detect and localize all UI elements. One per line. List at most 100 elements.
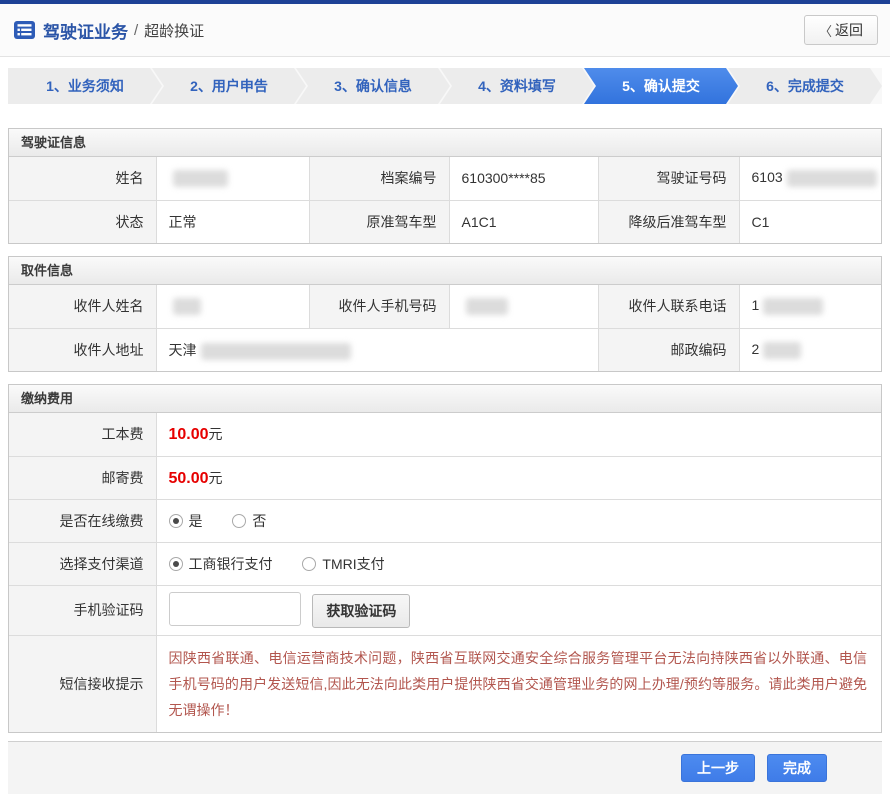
license-service-icon	[14, 21, 35, 39]
radio-channel-tmri[interactable]: TMRI支付	[302, 554, 385, 574]
back-button[interactable]: 〈 返回	[803, 15, 878, 45]
table-row: 短信接收提示 因陕西省联通、电信运营商技术问题，陕西省互联网交通安全综合服务管理…	[9, 634, 881, 732]
postal-code-label: 邮政编码	[597, 327, 739, 371]
payment-table: 工本费 10.00元 邮寄费 50.00元 是否在线缴费 是 否 选择支付渠道 …	[9, 413, 881, 732]
table-row: 邮寄费 50.00元	[9, 455, 881, 499]
pickup-info-panel: 取件信息 收件人姓名 收件人手机号码 收件人联系电话 1 收件人地址 天津 邮政…	[8, 256, 882, 372]
postal-code-value: 2	[738, 327, 881, 371]
sms-notice-text: 因陕西省联通、电信运营商技术问题，陕西省互联网交通安全综合服务管理平台无法向持陕…	[168, 649, 868, 718]
radio-channel-icbc[interactable]: 工商银行支付	[168, 554, 273, 574]
license-info-panel: 驾驶证信息 姓名 档案编号 610300****85 驾驶证号码 6103 状态…	[8, 128, 882, 244]
recipient-name-label: 收件人姓名	[9, 285, 156, 328]
pay-online-options: 是 否	[155, 498, 881, 542]
production-fee-amount: 10.00	[168, 426, 209, 444]
radio-selected-icon	[168, 513, 183, 528]
step-label: 4、资料填写	[478, 78, 556, 94]
recipient-mobile-label: 收件人手机号码	[308, 285, 449, 328]
breadcrumb-current: 超龄换证	[144, 22, 205, 40]
page-header: 驾驶证业务 / 超龄换证 〈 返回	[0, 4, 890, 57]
step-2-user-declaration[interactable]: 2、用户申告	[152, 68, 306, 104]
recipient-address-label: 收件人地址	[9, 327, 156, 371]
step-3-confirm-info[interactable]: 3、确认信息	[296, 68, 450, 104]
redacted-value	[786, 170, 877, 188]
sms-code-input[interactable]	[168, 592, 301, 627]
radio-selected-icon	[168, 556, 183, 571]
status-value: 正常	[155, 199, 309, 243]
mailing-fee-label: 邮寄费	[9, 455, 156, 499]
recipient-mobile-value	[448, 285, 598, 328]
file-number-value: 610300****85	[448, 157, 598, 200]
mailing-fee-amount: 50.00	[168, 469, 209, 487]
original-class-value: A1C1	[448, 199, 598, 243]
production-fee-unit: 元	[208, 426, 223, 443]
license-number-value: 6103	[738, 157, 881, 200]
previous-step-button[interactable]: 上一步	[681, 753, 755, 782]
license-info-title: 驾驶证信息	[9, 129, 881, 157]
step-label: 3、确认信息	[334, 78, 412, 94]
step-1-business-notice[interactable]: 1、业务须知	[8, 68, 162, 104]
table-row: 收件人地址 天津 邮政编码 2	[9, 327, 881, 371]
page-title: 驾驶证业务	[43, 22, 128, 42]
name-label: 姓名	[9, 157, 156, 200]
file-number-label: 档案编号	[308, 157, 449, 200]
table-row: 状态 正常 原准驾车型 A1C1 降级后准驾车型 C1	[9, 199, 881, 243]
recipient-phone-label: 收件人联系电话	[597, 285, 739, 328]
redacted-value	[763, 341, 802, 359]
radio-unselected-icon	[302, 556, 317, 571]
payment-panel: 缴纳费用 工本费 10.00元 邮寄费 50.00元 是否在线缴费 是 否 选择…	[8, 384, 882, 733]
pay-channel-options: 工商银行支付 TMRI支付	[155, 541, 881, 585]
table-row: 选择支付渠道 工商银行支付 TMRI支付	[9, 541, 881, 585]
breadcrumb-separator: /	[134, 21, 139, 39]
table-row: 是否在线缴费 是 否	[9, 498, 881, 542]
step-label: 1、业务须知	[46, 78, 124, 94]
original-class-label: 原准驾车型	[308, 199, 449, 243]
redacted-value	[200, 342, 351, 360]
radio-label: TMRI支付	[322, 555, 385, 572]
name-value	[155, 157, 309, 200]
mailing-fee-value: 50.00元	[155, 455, 881, 499]
step-5-confirm-submit[interactable]: 5、确认提交	[584, 68, 738, 104]
back-chevron-icon: 〈	[818, 23, 832, 39]
status-label: 状态	[9, 199, 156, 243]
recipient-address-value: 天津	[155, 327, 598, 371]
redacted-value	[172, 298, 201, 316]
table-row: 工本费 10.00元	[9, 413, 881, 456]
license-info-table: 姓名 档案编号 610300****85 驾驶证号码 6103 状态 正常 原准…	[9, 157, 881, 243]
radio-label: 工商银行支付	[188, 555, 273, 572]
sms-code-field: 获取验证码	[155, 584, 881, 635]
recipient-name-value	[155, 285, 309, 328]
finish-button[interactable]: 完成	[767, 753, 827, 782]
radio-pay-online-no[interactable]: 否	[232, 511, 266, 531]
step-label: 5、确认提交	[622, 78, 700, 94]
radio-label: 否	[252, 512, 267, 529]
pickup-info-title: 取件信息	[9, 257, 881, 285]
sms-code-label: 手机验证码	[9, 584, 156, 635]
sms-notice-label: 短信接收提示	[9, 634, 156, 732]
radio-unselected-icon	[232, 513, 247, 528]
step-label: 6、完成提交	[766, 78, 844, 94]
table-row: 收件人姓名 收件人手机号码 收件人联系电话 1	[9, 285, 881, 328]
production-fee-value: 10.00元	[155, 413, 881, 456]
redacted-value	[172, 170, 228, 188]
redacted-value	[465, 298, 508, 316]
payment-title: 缴纳费用	[9, 385, 881, 413]
footer-action-bar: 上一步 完成	[8, 740, 882, 794]
table-row: 姓名 档案编号 610300****85 驾驶证号码 6103	[9, 157, 881, 200]
redacted-value	[763, 298, 824, 316]
pay-channel-label: 选择支付渠道	[9, 541, 156, 585]
pickup-info-table: 收件人姓名 收件人手机号码 收件人联系电话 1 收件人地址 天津 邮政编码 2	[9, 285, 881, 371]
table-row: 手机验证码 获取验证码	[9, 584, 881, 635]
pay-online-label: 是否在线缴费	[9, 498, 156, 542]
sms-notice-cell: 因陕西省联通、电信运营商技术问题，陕西省互联网交通安全综合服务管理平台无法向持陕…	[155, 634, 881, 732]
back-button-label: 返回	[835, 22, 863, 38]
recipient-phone-value: 1	[738, 285, 881, 328]
license-number-label: 驾驶证号码	[597, 157, 739, 200]
step-4-fill-material[interactable]: 4、资料填写	[440, 68, 594, 104]
mailing-fee-unit: 元	[208, 469, 223, 486]
get-code-button[interactable]: 获取验证码	[312, 593, 411, 628]
radio-label: 是	[188, 512, 203, 529]
radio-pay-online-yes[interactable]: 是	[168, 511, 203, 531]
downgraded-class-label: 降级后准驾车型	[597, 199, 739, 243]
production-fee-label: 工本费	[9, 413, 156, 456]
step-6-complete-submit[interactable]: 6、完成提交	[728, 68, 882, 104]
